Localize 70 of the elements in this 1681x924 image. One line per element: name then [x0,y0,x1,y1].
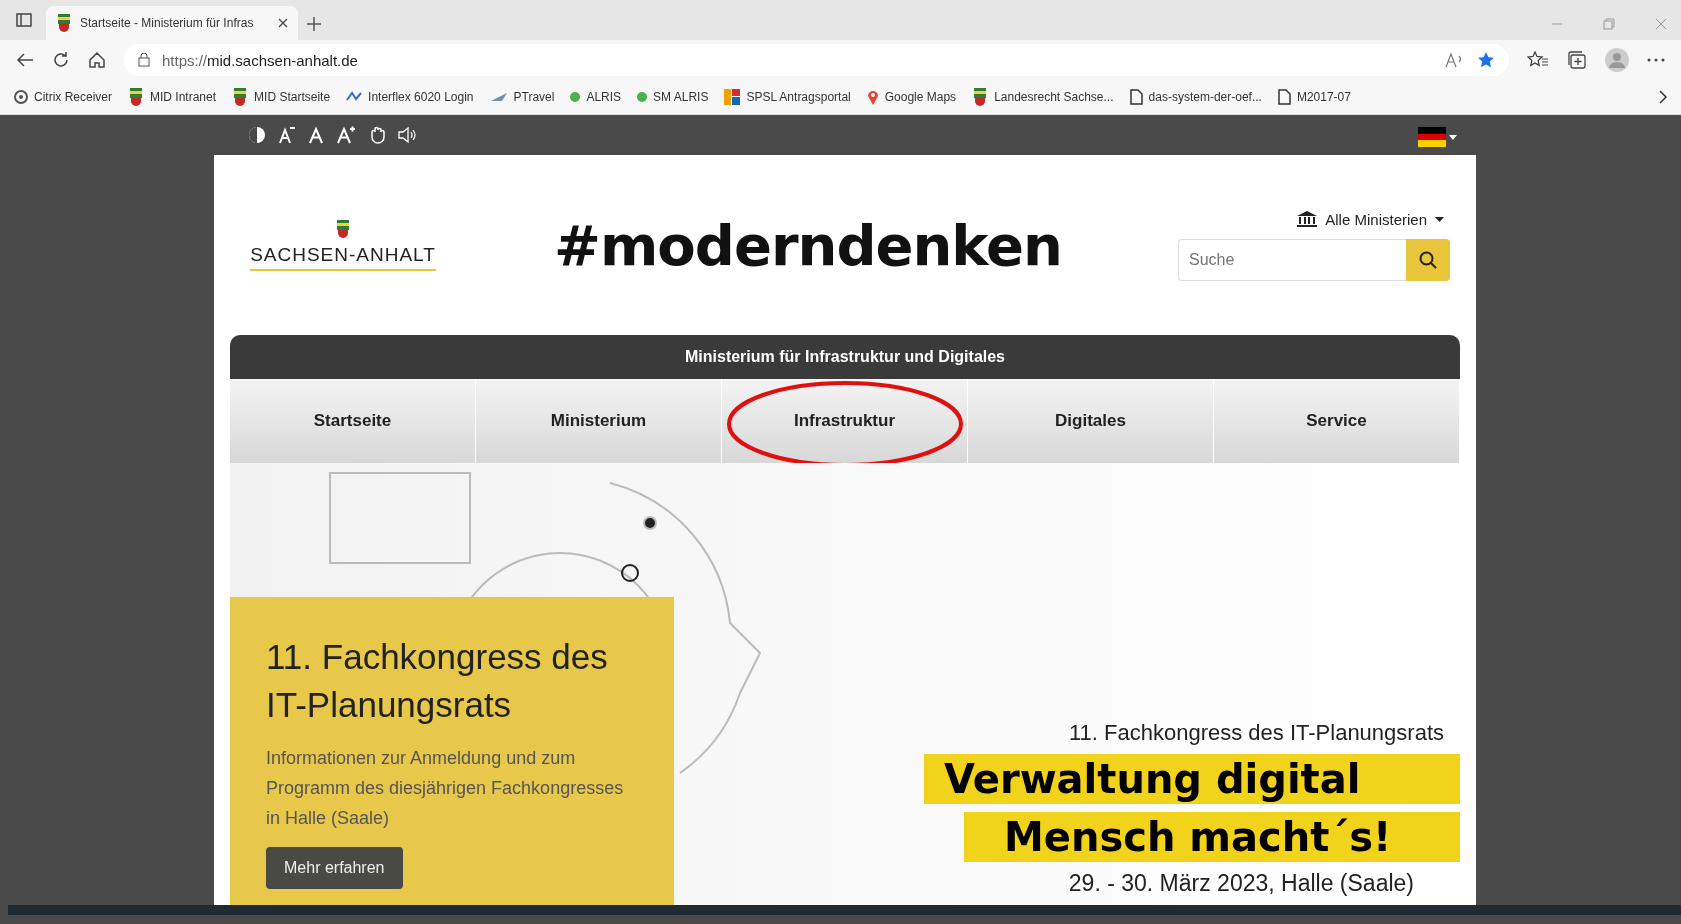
teaser-title: 11. Fachkongress des IT-Planungsrats [266,636,609,726]
chevron-right-icon[interactable] [1659,90,1667,104]
crest-icon [128,88,144,106]
more-icon[interactable] [1647,58,1665,62]
crest-icon [232,88,249,106]
caret-icon [1449,134,1457,140]
address-bar[interactable]: https://mid.sachsen-anhalt.de [124,44,1509,76]
bookmark-link[interactable]: MID Startseite [254,90,331,104]
caret-icon [1435,216,1444,222]
dot-icon [637,92,648,102]
logo-text[interactable]: SACHSEN-ANHALT [250,243,436,271]
nav-item[interactable]: Startseite [230,379,476,463]
dot-icon [570,92,581,102]
font-larger-icon[interactable] [336,126,356,144]
language-dropdown[interactable] [1418,127,1457,147]
bookmark-link[interactable]: Google Maps [884,90,957,104]
nav-item[interactable]: Service [1214,379,1460,463]
bookmark-link[interactable]: Citrix Receiver [34,90,112,104]
crest-icon [972,88,989,106]
page-icon [1129,89,1143,105]
search-icon [1419,250,1437,269]
url-text: https://mid.sachsen-anhalt.de [162,51,358,69]
nav-item[interactable]: Digitales [968,379,1214,463]
bookmark-link[interactable]: SPSL Antragsportal [746,90,851,104]
reload-icon[interactable] [52,51,70,69]
tab-panel-icon[interactable] [16,13,32,27]
nav-item[interactable]: Infrastruktur [722,379,968,463]
star-icon[interactable] [1477,51,1495,69]
bookmark-link[interactable]: das-system-der-oef... [1148,90,1262,104]
nav-title: Ministerium für Infrastruktur und Digitales [230,335,1460,379]
collections-icon[interactable] [1567,51,1587,69]
bookmark-link[interactable]: Landesrecht Sachse... [994,90,1114,104]
bookmark-link[interactable]: Interflex 6020 Login [368,90,474,104]
search-field[interactable]: Suche [1178,238,1406,281]
banner-date: 29. - 30. März 2023, Halle (Saale) [1068,870,1414,897]
ministries-menu[interactable]: Alle Ministerien [1291,209,1450,229]
blocks-icon [724,89,741,105]
speaker-icon[interactable] [398,127,416,143]
page-icon [1277,89,1291,105]
hand-icon[interactable] [368,126,386,144]
font-normal-icon[interactable] [308,126,324,144]
banner-headline: Mensch macht´s! [964,812,1460,862]
coat-of-arms-icon [335,219,351,238]
favorites-icon[interactable] [1527,51,1549,69]
search-button[interactable] [1406,238,1450,281]
back-icon[interactable] [16,52,34,68]
bookmark-link[interactable]: M2017-07 [1296,90,1351,104]
nav-item[interactable]: Ministerium [476,379,722,463]
lock-icon [138,53,150,67]
bookmark-link[interactable]: PTravel [513,90,555,104]
map-pin-icon [866,89,879,105]
bookmark-link[interactable]: ALRIS [586,90,622,104]
teaser-text: Informationen zur Anmeldung und zum Programm des diesjährigen Fachkongresses in Halle (Saale) [266,747,625,830]
slogan: #moderndenken [553,212,1063,278]
banner-headline: Verwaltung digital [924,754,1460,804]
browser-tab[interactable]: Startseite - Ministerium für Infras [46,6,298,40]
contrast-icon[interactable] [248,126,266,144]
close-icon[interactable] [278,18,288,28]
profile-avatar[interactable] [1605,48,1629,72]
bookmark-link[interactable]: SM ALRIS [653,90,709,104]
new-tab-icon[interactable] [306,16,322,32]
flag-icon [1418,127,1446,147]
bookmark-link[interactable]: MID Intranet [150,90,217,104]
more-button[interactable]: Mehr erfahren [266,847,403,889]
crest-icon [56,14,72,32]
banner-subtitle: 11. Fachkongress des IT-Planungsrats [1069,720,1444,746]
home-icon[interactable] [88,51,106,69]
font-smaller-icon[interactable] [278,126,296,144]
building-icon [1297,211,1318,227]
target-icon [14,90,28,104]
